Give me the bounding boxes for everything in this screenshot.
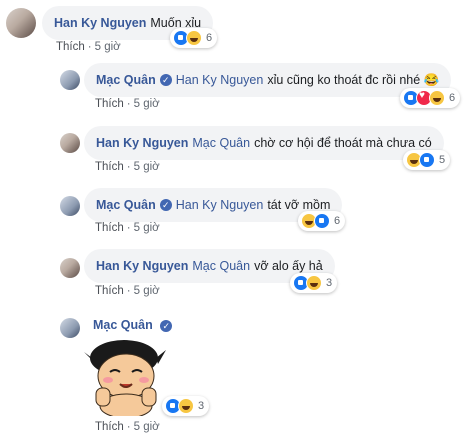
reaction-summary[interactable]: 6 — [298, 211, 346, 231]
mention-link[interactable]: Mạc Quân — [192, 259, 250, 273]
reaction-count: 3 — [326, 277, 333, 289]
reaction-count: 5 — [439, 154, 446, 166]
comment-author[interactable]: Han Ky Nguyen — [54, 16, 146, 30]
timestamp[interactable]: 5 giờ — [134, 421, 160, 433]
check-badge-icon: ✓ — [159, 199, 172, 211]
comment-author[interactable]: Han Ky Nguyen — [96, 259, 188, 273]
like-reaction-icon — [314, 213, 330, 229]
avatar[interactable] — [60, 196, 80, 216]
avatar[interactable] — [60, 258, 80, 278]
comment-actions: Thích · 5 giờ — [95, 421, 160, 433]
timestamp[interactable]: 5 giờ — [134, 161, 160, 173]
reaction-count: 6 — [449, 92, 456, 104]
avatar[interactable] — [6, 8, 36, 38]
reaction-count: 3 — [198, 400, 205, 412]
timestamp[interactable]: 5 giờ — [134, 98, 160, 110]
timestamp[interactable]: 5 giờ — [134, 222, 160, 234]
like-link[interactable]: Thích — [95, 421, 124, 433]
timestamp[interactable]: 5 giờ — [134, 285, 160, 297]
comment-author[interactable]: Han Ky Nguyen — [96, 136, 188, 150]
comment-text: chờ cơ hội để thoát mà chưa có — [254, 136, 432, 150]
reaction-summary[interactable]: 3 — [290, 273, 338, 293]
comment-text: vỡ alo ấy hả — [254, 259, 323, 273]
reaction-count: 6 — [206, 32, 213, 44]
reaction-count: 6 — [334, 215, 341, 227]
like-link[interactable]: Thích — [95, 222, 124, 234]
sticker-image[interactable] — [82, 336, 172, 416]
avatar[interactable] — [60, 318, 80, 338]
comment-actions: Thích · 5 giờ — [56, 41, 121, 53]
comment-author[interactable]: Mạc Quân — [93, 318, 153, 332]
check-badge-icon: ✓ — [159, 74, 172, 86]
avatar[interactable] — [60, 70, 80, 90]
comment-author[interactable]: Mạc Quân — [96, 73, 156, 87]
comment-text: xỉu cũng ko thoát đc rồi nhé 😂 — [267, 72, 440, 87]
timestamp[interactable]: 5 giờ — [95, 41, 121, 53]
mention-link[interactable]: Han Ky Nguyen — [176, 198, 264, 212]
comment-actions: Thích · 5 giờ — [95, 285, 160, 297]
haha-reaction-icon — [429, 90, 445, 106]
check-badge-icon: ✓ — [160, 319, 173, 332]
comment-author[interactable]: Mạc Quân — [96, 198, 156, 212]
like-link[interactable]: Thích — [95, 161, 124, 173]
comment-actions: Thích · 5 giờ — [95, 98, 160, 110]
haha-reaction-icon — [186, 30, 202, 46]
mention-link[interactable]: Mạc Quân — [192, 136, 250, 150]
mention-link[interactable]: Han Ky Nguyen — [176, 73, 264, 87]
haha-reaction-icon — [178, 398, 194, 414]
reaction-summary[interactable]: 6 — [400, 88, 461, 108]
haha-reaction-icon — [306, 275, 322, 291]
like-reaction-icon — [419, 152, 435, 168]
reaction-summary[interactable]: 3 — [162, 396, 210, 416]
like-link[interactable]: Thích — [95, 285, 124, 297]
like-link[interactable]: Thích — [56, 41, 85, 53]
comment-header: Mạc Quân ✓ — [93, 318, 173, 332]
like-link[interactable]: Thích — [95, 98, 124, 110]
reaction-summary[interactable]: 5 — [403, 150, 451, 170]
comment-text: tát vỡ mồm — [267, 198, 331, 212]
comment-bubble: Han Ky Nguyen Mạc Quân chờ cơ hội để tho… — [84, 126, 444, 160]
reaction-summary[interactable]: 6 — [170, 28, 218, 48]
comment-actions: Thích · 5 giờ — [95, 161, 160, 173]
comment-bubble: Mạc Quân ✓ Han Ky Nguyen xỉu cũng ko tho… — [84, 63, 452, 97]
avatar[interactable] — [60, 133, 80, 153]
comment-actions: Thích · 5 giờ — [95, 222, 160, 234]
